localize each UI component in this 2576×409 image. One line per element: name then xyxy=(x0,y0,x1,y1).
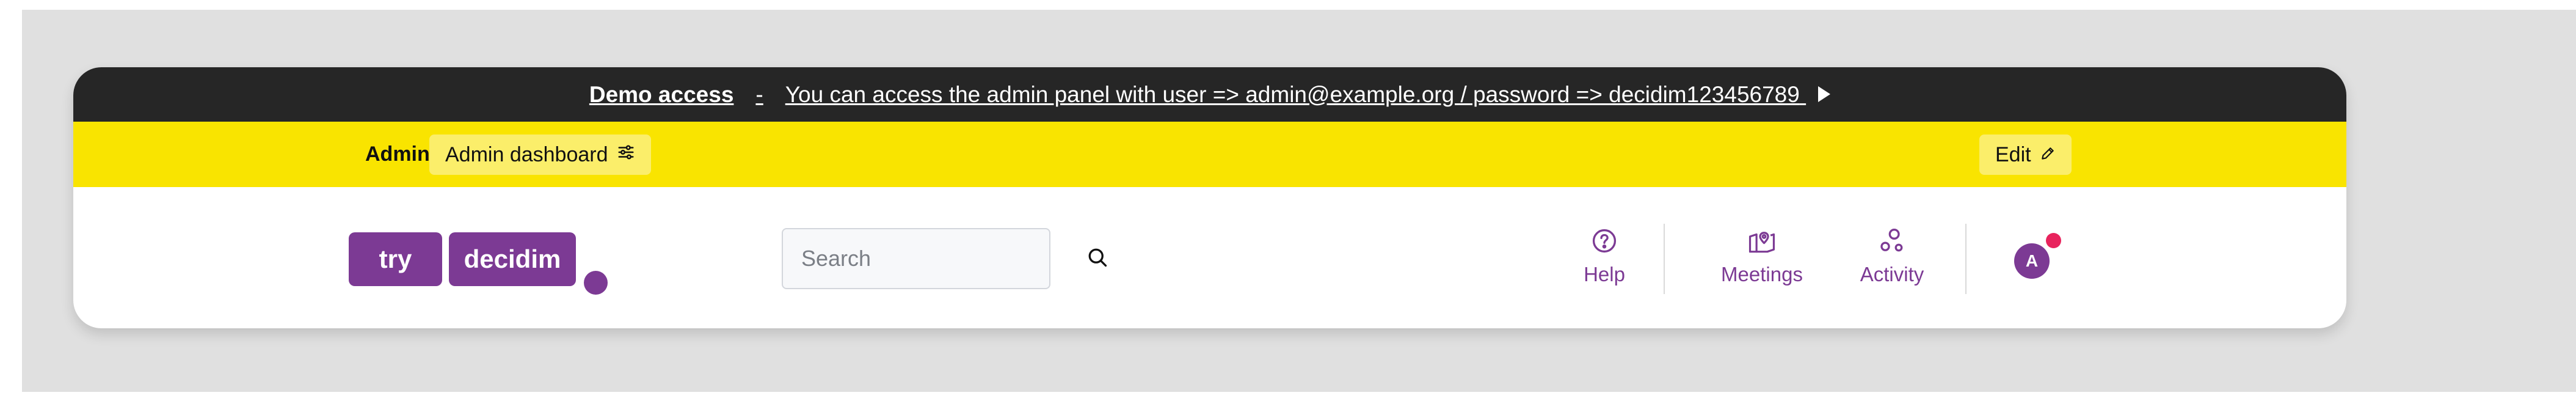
demo-access-message-link[interactable]: You can access the admin panel with user… xyxy=(785,81,1831,108)
demo-access-title[interactable]: Demo access xyxy=(589,82,734,108)
admin-label: Admin xyxy=(365,142,430,166)
page-background: Demo access - You can access the admin p… xyxy=(22,10,2576,392)
sliders-icon xyxy=(617,143,635,167)
logo-dot xyxy=(584,271,608,295)
admin-dashboard-label: Admin dashboard xyxy=(445,142,608,166)
pencil-icon xyxy=(2040,143,2056,167)
search-input[interactable] xyxy=(800,245,1086,272)
site-header: Demo access - You can access the admin p… xyxy=(73,67,2346,328)
demo-access-message: You can access the admin panel with user… xyxy=(785,81,1800,107)
nav-meetings[interactable]: Meetings xyxy=(1713,227,1811,286)
user-avatar[interactable]: A xyxy=(2014,243,2050,279)
search-icon[interactable] xyxy=(1086,246,1108,271)
main-navigation: try decidim Search Help Meetings Activit… xyxy=(73,187,2346,328)
edit-button[interactable]: Edit xyxy=(1979,134,2072,175)
nav-meetings-label: Meetings xyxy=(1721,263,1803,286)
edit-label: Edit xyxy=(1995,142,2031,166)
activity-bubbles-icon xyxy=(1879,227,1905,259)
search-box xyxy=(782,228,1107,289)
nav-help[interactable]: Help xyxy=(1571,227,1638,286)
nav-divider xyxy=(1664,224,1665,294)
meetings-map-icon xyxy=(1748,227,1776,259)
demo-banner: Demo access - You can access the admin p… xyxy=(73,67,2346,122)
logo-try[interactable]: try xyxy=(349,232,442,286)
nav-help-label: Help xyxy=(1584,263,1625,286)
nav-activity[interactable]: Activity xyxy=(1849,227,1935,286)
logo-decidim[interactable]: decidim xyxy=(449,232,576,286)
admin-dashboard-button[interactable]: Admin dashboard xyxy=(429,134,651,175)
banner-separator: - xyxy=(755,81,763,107)
play-icon xyxy=(1818,86,1831,102)
admin-bar: Admin Admin dashboard Edit xyxy=(73,122,2346,187)
nav-activity-label: Activity xyxy=(1860,263,1924,286)
notification-dot xyxy=(2046,233,2061,248)
help-icon xyxy=(1591,227,1618,259)
nav-divider xyxy=(1965,224,1967,294)
